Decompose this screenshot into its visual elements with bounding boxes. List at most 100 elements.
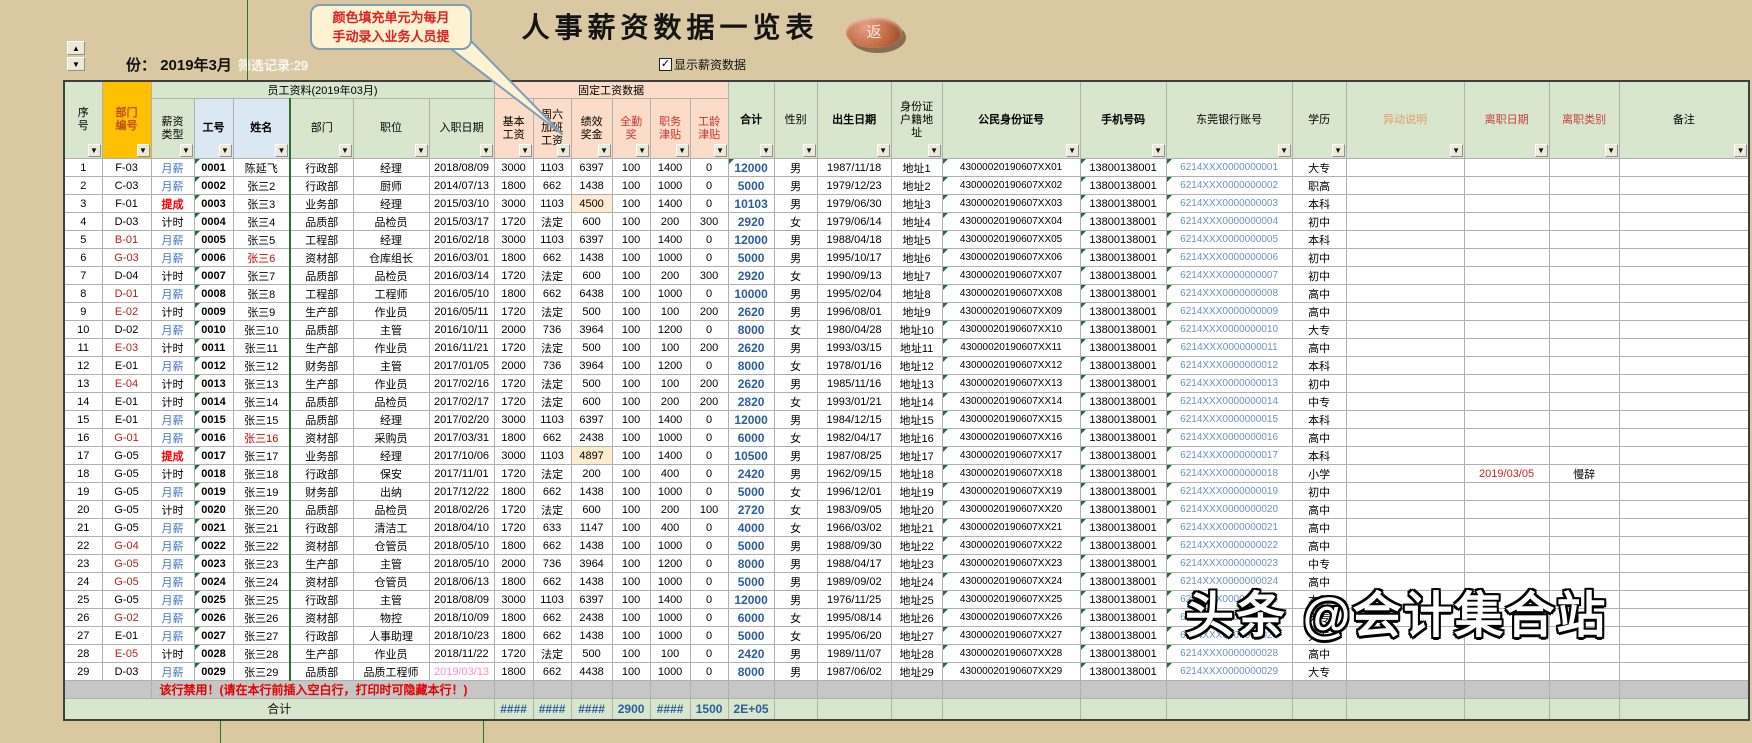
cell-perf-bonus[interactable]: 4897 (570, 446, 613, 465)
cell-gender[interactable]: 女 (773, 482, 818, 501)
cell-hire-date[interactable]: 2017/11/01 (428, 464, 495, 483)
cell-leave-type[interactable] (1548, 554, 1620, 573)
cell-bank-account[interactable]: 6214XXX0000000010 (1165, 320, 1293, 339)
cell-bank-account[interactable]: 6214XXX0000000013 (1165, 374, 1293, 393)
filter-button[interactable]: ▼ (802, 144, 816, 157)
cell-total[interactable]: 8000 (727, 320, 775, 339)
cell-leave-date[interactable] (1463, 410, 1550, 429)
cell-emp-id[interactable]: 0003 (193, 194, 234, 213)
cell-position[interactable]: 出纳 (352, 482, 430, 501)
cell-position[interactable]: 作业员 (352, 338, 430, 357)
cell-total[interactable]: 12000 (727, 590, 775, 609)
cell-registered-addr[interactable]: 地址13 (890, 374, 943, 393)
cell-phone[interactable]: 13800138001 (1079, 266, 1167, 285)
cell-salary-type[interactable]: 月薪 (150, 356, 195, 375)
cell-remark[interactable] (1618, 644, 1750, 663)
cell-department[interactable]: 品质部 (289, 410, 354, 429)
cell-birth-date[interactable]: 1988/04/17 (816, 554, 892, 573)
cell-leave-date[interactable] (1463, 356, 1550, 375)
filter-button[interactable]: ▼ (338, 144, 352, 157)
cell-no[interactable]: 25 (63, 590, 103, 609)
cell-full-attend[interactable]: 100 (611, 482, 651, 501)
cell-empty[interactable] (941, 680, 1081, 699)
cell-no[interactable]: 18 (63, 464, 103, 483)
cell-duty-allow[interactable]: 1400 (649, 446, 691, 465)
cell-perf-bonus[interactable]: 1438 (570, 536, 613, 555)
cell-duty-allow[interactable]: 200 (649, 212, 691, 231)
cell-bank-account[interactable]: 6214XXX0000000023 (1165, 554, 1293, 573)
cell-birth-date[interactable]: 1993/01/21 (816, 392, 892, 411)
cell-total[interactable]: 12000 (727, 158, 775, 177)
cell-hire-date[interactable]: 2017/03/31 (428, 428, 495, 447)
cell-position[interactable]: 品检员 (352, 212, 430, 231)
cell-education[interactable]: 大专 (1291, 158, 1347, 177)
cell-empty[interactable] (941, 698, 1081, 720)
cell-dept-code[interactable]: E-02 (101, 302, 152, 321)
cell-education[interactable]: 高中 (1291, 500, 1347, 519)
cell-department[interactable]: 生产部 (289, 374, 354, 393)
cell-hire-date[interactable]: 2016/03/01 (428, 248, 495, 267)
cell-leave-type[interactable] (1548, 428, 1620, 447)
cell-perf-bonus[interactable]: 1438 (570, 176, 613, 195)
cell-id-card[interactable]: 43000020190607XX26 (941, 608, 1081, 627)
cell-department[interactable]: 生产部 (289, 644, 354, 663)
cell-leave-date[interactable] (1463, 194, 1550, 213)
cell-birth-date[interactable]: 1989/11/07 (816, 644, 892, 663)
cell-leave-type[interactable] (1548, 248, 1620, 267)
cell-seniority-allow[interactable]: 0 (689, 158, 729, 177)
spinner-down-button[interactable]: ▼ (67, 57, 85, 71)
cell-department[interactable]: 财务部 (289, 482, 354, 501)
cell-id-card[interactable]: 43000020190607XX06 (941, 248, 1081, 267)
cell-name[interactable]: 张三21 (232, 518, 291, 537)
cell-change-note[interactable] (1345, 464, 1465, 483)
cell-total[interactable]: 5000 (727, 248, 775, 267)
cell-position[interactable]: 作业员 (352, 374, 430, 393)
cell-id-card[interactable]: 43000020190607XX28 (941, 644, 1081, 663)
cell-education[interactable]: 大专 (1291, 662, 1347, 681)
cell-no[interactable]: 13 (63, 374, 103, 393)
cell-leave-date[interactable]: 2019/03/05 (1463, 464, 1550, 483)
cell-education[interactable]: 小学 (1291, 464, 1347, 483)
cell-birth-date[interactable]: 1980/04/28 (816, 320, 892, 339)
cell-full-attend[interactable]: 100 (611, 464, 651, 483)
cell-duty-allow[interactable]: 400 (649, 518, 691, 537)
cell-emp-id[interactable]: 0025 (193, 590, 234, 609)
filter-button[interactable]: ▼ (479, 144, 493, 157)
cell-perf-bonus[interactable]: 2438 (570, 428, 613, 447)
cell-base-salary[interactable]: 1800 (493, 626, 534, 645)
cell-sat-overtime[interactable]: 法定 (532, 392, 572, 411)
cell-leave-type[interactable] (1548, 284, 1620, 303)
cell-education[interactable]: 本科 (1291, 410, 1347, 429)
cell-leave-date[interactable] (1463, 284, 1550, 303)
cell-hire-date[interactable]: 2018/10/23 (428, 626, 495, 645)
cell-hire-date[interactable]: 2015/03/17 (428, 212, 495, 231)
cell-base-salary[interactable]: 1720 (493, 464, 534, 483)
cell-full-attend[interactable]: 100 (611, 284, 651, 303)
cell-hire-date[interactable]: 2018/10/09 (428, 608, 495, 627)
cell-gender[interactable]: 男 (773, 230, 818, 249)
cell-registered-addr[interactable]: 地址11 (890, 338, 943, 357)
cell-salary-type[interactable]: 月薪 (150, 536, 195, 555)
cell-full-attend[interactable]: 100 (611, 320, 651, 339)
cell-education[interactable]: 高中 (1291, 536, 1347, 555)
cell-dept-code[interactable]: G-02 (101, 608, 152, 627)
cell-dept-code[interactable]: G-05 (101, 464, 152, 483)
cell-gender[interactable]: 男 (773, 248, 818, 267)
cell-bank-account[interactable]: 6214XXX0000000021 (1165, 518, 1293, 537)
cell-full-attend[interactable]: 100 (611, 608, 651, 627)
cell-base-salary[interactable]: 1720 (493, 392, 534, 411)
cell-sat-overtime[interactable]: 662 (532, 248, 572, 267)
cell-birth-date[interactable]: 1979/06/30 (816, 194, 892, 213)
cell-sat-overtime[interactable]: 662 (532, 482, 572, 501)
cell-salary-type[interactable]: 提成 (150, 446, 195, 465)
cell-registered-addr[interactable]: 地址23 (890, 554, 943, 573)
cell-phone[interactable]: 13800138001 (1079, 212, 1167, 231)
cell-seniority-allow[interactable]: 0 (689, 284, 729, 303)
cell-sat-overtime[interactable]: 法定 (532, 644, 572, 663)
cell-birth-date[interactable]: 1984/12/15 (816, 410, 892, 429)
cell-hire-date[interactable]: 2017/02/16 (428, 374, 495, 393)
cell-phone[interactable]: 13800138001 (1079, 446, 1167, 465)
cell-base-salary[interactable]: 3000 (493, 446, 534, 465)
cell-position[interactable]: 工程师 (352, 284, 430, 303)
cell-bank-account[interactable]: 6214XXX0000000017 (1165, 446, 1293, 465)
